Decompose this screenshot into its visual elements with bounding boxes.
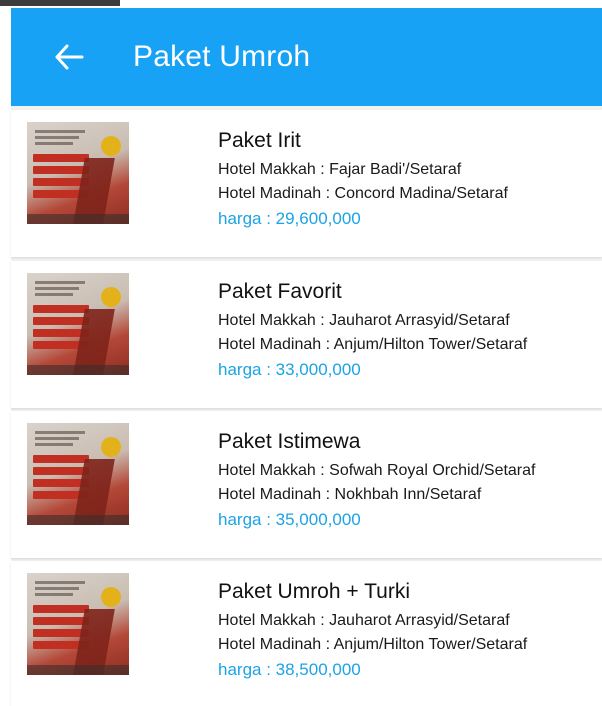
top-edge-strip <box>0 0 602 8</box>
umroh-brochure-image <box>27 273 129 375</box>
package-card-favorit[interactable]: Paket Favorit Hotel Makkah : Jauharot Ar… <box>11 261 602 408</box>
package-name: Paket Umroh + Turki <box>218 580 410 603</box>
app-bar: Paket Umroh <box>11 8 602 106</box>
umroh-brochure-image <box>27 122 129 224</box>
cropped-text-fragment <box>0 0 120 6</box>
hotel-makkah: Hotel Makkah : Jauharot Arrasyid/Setaraf <box>218 612 510 629</box>
package-info: Paket Istimewa Hotel Makkah : Sofwah Roy… <box>218 429 598 533</box>
package-price: harga : 33,000,000 <box>218 360 361 379</box>
package-name: Paket Irit <box>218 129 301 152</box>
hotel-makkah: Hotel Makkah : Fajar Badi'/Setaraf <box>218 161 462 178</box>
package-card-irit[interactable]: Paket Irit Hotel Makkah : Fajar Badi'/Se… <box>11 110 602 257</box>
hotel-madinah: Hotel Madinah : Anjum/Hilton Tower/Setar… <box>218 636 528 653</box>
hotel-makkah: Hotel Makkah : Jauharot Arrasyid/Setaraf <box>218 312 510 329</box>
arrow-left-icon <box>55 44 84 70</box>
package-info: Paket Umroh + Turki Hotel Makkah : Jauha… <box>218 579 598 683</box>
hotel-madinah: Hotel Madinah : Concord Madina/Setaraf <box>218 185 508 202</box>
page-title: Paket Umroh <box>133 40 311 73</box>
hotel-makkah: Hotel Makkah : Sofwah Royal Orchid/Setar… <box>218 462 536 479</box>
package-info: Paket Favorit Hotel Makkah : Jauharot Ar… <box>218 279 598 383</box>
package-card-istimewa[interactable]: Paket Istimewa Hotel Makkah : Sofwah Roy… <box>11 411 602 558</box>
package-name: Paket Favorit <box>218 280 342 303</box>
package-list: Paket Irit Hotel Makkah : Fajar Badi'/Se… <box>11 106 602 706</box>
hotel-madinah: Hotel Madinah : Nokhbah Inn/Setaraf <box>218 486 482 503</box>
package-price: harga : 29,600,000 <box>218 209 361 228</box>
package-price: harga : 38,500,000 <box>218 660 361 679</box>
package-info: Paket Irit Hotel Makkah : Fajar Badi'/Se… <box>218 128 598 232</box>
back-button[interactable] <box>39 27 99 87</box>
umroh-brochure-image <box>27 573 129 675</box>
umroh-brochure-image <box>27 423 129 525</box>
package-price: harga : 35,000,000 <box>218 510 361 529</box>
hotel-madinah: Hotel Madinah : Anjum/Hilton Tower/Setar… <box>218 336 528 353</box>
package-card-umroh-turki[interactable]: Paket Umroh + Turki Hotel Makkah : Jauha… <box>11 561 602 706</box>
package-name: Paket Istimewa <box>218 430 361 453</box>
